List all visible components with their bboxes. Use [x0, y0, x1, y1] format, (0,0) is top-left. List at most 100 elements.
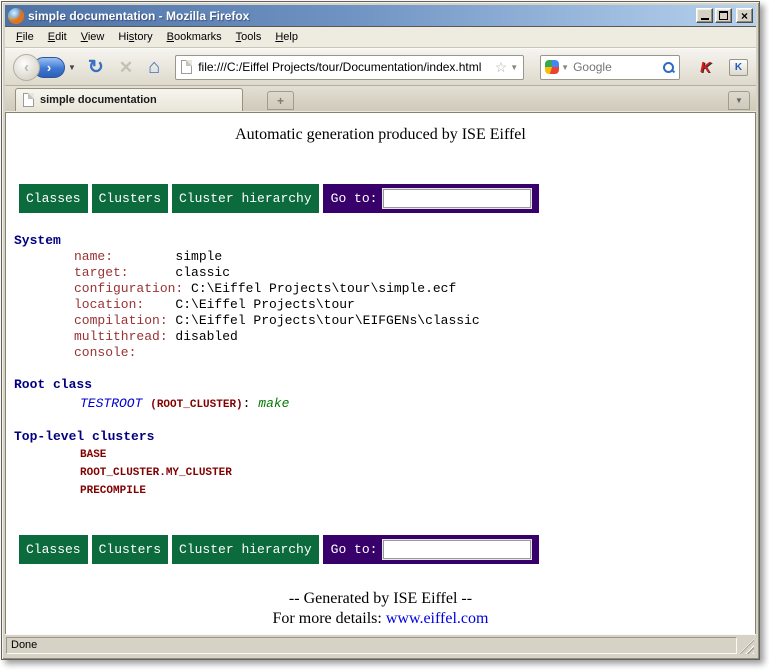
details-line: For more details: www.eiffel.com [14, 610, 747, 628]
menu-accel: E [48, 31, 55, 43]
menu-label: elp [283, 31, 298, 43]
field-label: compilation: [74, 313, 175, 328]
navigation-toolbar: ‹ › ▼ ↻ ✕ ⌂ ☆ ▼ ▼ K K [5, 48, 756, 86]
generated-by-line: -- Generated by ISE Eiffel -- [14, 590, 747, 608]
bookmark-star-icon[interactable]: ☆ [495, 59, 508, 76]
goto-box: Go to: [323, 184, 540, 213]
resize-grip[interactable] [739, 639, 754, 654]
back-button[interactable]: ‹ [13, 54, 40, 81]
details-prefix: For more details: [273, 610, 386, 627]
cluster-item: PRECOMPILE [14, 482, 747, 499]
url-dropdown-icon[interactable]: ▼ [510, 63, 518, 72]
minimize-button[interactable] [696, 8, 713, 23]
home-button[interactable]: ⌂ [148, 57, 160, 77]
menu-edit[interactable]: Edit [41, 29, 74, 45]
cluster-item: BASE [14, 446, 747, 463]
doc-nav-bottom: Classes Clusters Cluster hierarchy Go to… [19, 535, 747, 564]
goto-box-bottom: Go to: [323, 535, 540, 564]
menu-label: ookmarks [174, 31, 222, 43]
doc-title: Automatic generation produced by ISE Eif… [14, 126, 747, 144]
class-link-testroot[interactable]: TESTROOT [80, 396, 142, 411]
system-row: target: classic [14, 265, 747, 281]
window-title: simple documentation - Mozilla Firefox [28, 9, 696, 23]
page-icon [181, 60, 192, 74]
minimize-icon [701, 18, 709, 20]
menu-file[interactable]: File [9, 29, 41, 45]
menu-history[interactable]: History [111, 29, 159, 45]
search-box[interactable]: ▼ [540, 55, 680, 80]
history-dropdown-icon[interactable]: ▼ [68, 63, 76, 72]
cluster-hierarchy-button[interactable]: Cluster hierarchy [172, 184, 319, 213]
menu-help[interactable]: Help [268, 29, 305, 45]
root-class-heading: Root class [14, 377, 747, 393]
tab-bar: simple documentation + ▼ [5, 86, 756, 112]
system-row: location: C:\Eiffel Projects\tour [14, 297, 747, 313]
menu-label: tory [134, 31, 152, 43]
search-engine-dropdown-icon[interactable]: ▼ [561, 63, 569, 72]
tab-list-button[interactable]: ▼ [728, 91, 750, 110]
kaspersky-icon[interactable]: K [700, 59, 711, 76]
reload-button[interactable]: ↻ [88, 58, 104, 77]
menu-label: Hi [118, 31, 128, 43]
classes-button-bottom[interactable]: Classes [19, 535, 88, 564]
new-tab-button[interactable]: + [267, 91, 294, 110]
cluster-hierarchy-button-bottom[interactable]: Cluster hierarchy [172, 535, 319, 564]
cluster-link-base[interactable]: BASE [80, 449, 106, 461]
cluster-ref-link[interactable]: (ROOT_CLUSTER) [150, 399, 242, 411]
stop-button[interactable]: ✕ [119, 59, 133, 76]
back-forward-group: ‹ › ▼ [13, 54, 76, 81]
url-input[interactable] [198, 60, 491, 74]
firefox-window: simple documentation - Mozilla Firefox ×… [1, 1, 760, 660]
search-magnifier-icon[interactable] [662, 61, 675, 74]
field-label: console: [74, 345, 136, 360]
menu-view[interactable]: View [74, 29, 112, 45]
menu-bar: File Edit View History Bookmarks Tools H… [5, 27, 756, 48]
eiffel-com-link[interactable]: www.eiffel.com [386, 610, 489, 627]
field-value: C:\Eiffel Projects\tour\EIFGENs\classic [175, 313, 479, 328]
cluster-link-root-cluster-my-cluster[interactable]: ROOT_CLUSTER.MY_CLUSTER [80, 467, 232, 479]
classes-button[interactable]: Classes [19, 184, 88, 213]
google-engine-icon[interactable] [545, 60, 559, 74]
menu-accel: F [16, 31, 23, 43]
field-value: C:\Eiffel Projects\tour\simple.ecf [191, 281, 456, 296]
maximize-button[interactable] [715, 8, 732, 23]
root-class-line: TESTROOT (ROOT_CLUSTER): make [14, 396, 747, 413]
system-row: console: [14, 345, 747, 361]
status-text: Done [6, 637, 737, 654]
field-value: simple [175, 249, 222, 264]
goto-label-bottom: Go to: [331, 542, 378, 557]
field-value: classic [175, 265, 230, 280]
feature-link-make[interactable]: make [258, 396, 289, 411]
menu-label: dit [55, 31, 67, 43]
virtual-keyboard-button[interactable]: K [729, 59, 748, 76]
field-label: configuration: [74, 281, 191, 296]
clusters-button-bottom[interactable]: Clusters [92, 535, 168, 564]
system-row: compilation: C:\Eiffel Projects\tour\EIF… [14, 313, 747, 329]
goto-input-bottom[interactable] [383, 540, 531, 559]
doc-nav-top: Classes Clusters Cluster hierarchy Go to… [19, 184, 747, 213]
search-input[interactable] [573, 60, 662, 74]
menu-label: ile [23, 31, 34, 43]
cluster-link-precompile[interactable]: PRECOMPILE [80, 485, 146, 497]
menu-label: iew [88, 31, 105, 43]
tab-simple-documentation[interactable]: simple documentation [15, 88, 243, 111]
status-bar: Done [5, 634, 756, 656]
system-heading: System [14, 233, 747, 249]
separator: : [243, 396, 259, 411]
browser-viewport: Automatic generation produced by ISE Eif… [5, 112, 756, 634]
menu-accel: V [81, 31, 88, 43]
clusters-button[interactable]: Clusters [92, 184, 168, 213]
field-label: name: [74, 249, 175, 264]
goto-input[interactable] [383, 189, 531, 208]
top-level-clusters-heading: Top-level clusters [14, 429, 747, 445]
url-bar[interactable]: ☆ ▼ [175, 55, 524, 80]
menu-bookmarks[interactable]: Bookmarks [160, 29, 229, 45]
plus-icon: + [277, 94, 284, 108]
document-body: Automatic generation produced by ISE Eif… [6, 113, 755, 634]
chevron-down-icon: ▼ [735, 96, 743, 105]
close-button[interactable]: × [736, 8, 753, 23]
goto-label: Go to: [331, 191, 378, 206]
title-bar[interactable]: simple documentation - Mozilla Firefox × [5, 5, 756, 27]
menu-tools[interactable]: Tools [229, 29, 269, 45]
window-controls: × [696, 8, 753, 23]
